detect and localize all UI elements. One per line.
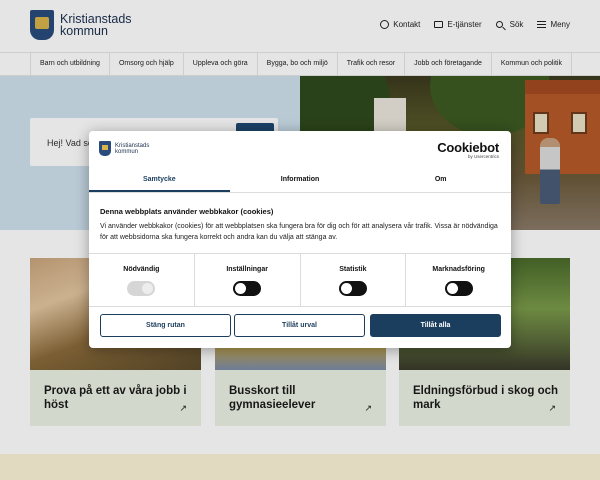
toggle-statistics: Statistik	[301, 254, 407, 306]
dialog-heading: Denna webbplats använder webbkakor (cook…	[100, 207, 274, 216]
coat-of-arms-icon	[99, 141, 111, 156]
dialog-tabs: Samtycke Information Om	[89, 169, 511, 193]
toggle-preferences: Inställningar	[195, 254, 301, 306]
toggle-necessary: Nödvändig	[89, 254, 195, 306]
dialog-body-text: Vi använder webbkakor (cookies) för att …	[100, 223, 498, 241]
cookiebot-brand[interactable]: Cookiebot by Usercentrics	[437, 140, 499, 159]
toggle-marketing: Marknadsföring	[406, 254, 511, 306]
marketing-switch[interactable]	[444, 281, 473, 296]
allow-all-button[interactable]: Tillåt alla	[370, 314, 501, 337]
consent-toggles: Nödvändig Inställningar Statistik Markna…	[89, 253, 511, 307]
close-dialog-button[interactable]: Stäng rutan	[100, 314, 231, 337]
necessary-switch	[127, 281, 156, 296]
preferences-switch[interactable]	[233, 281, 262, 296]
tab-information[interactable]: Information	[230, 169, 371, 192]
cookie-consent-dialog: Kristianstads kommun Cookiebot by Userce…	[89, 131, 511, 348]
dialog-logo: Kristianstads kommun	[99, 141, 149, 156]
allow-selection-button[interactable]: Tillåt urval	[234, 314, 365, 337]
tab-about[interactable]: Om	[370, 169, 511, 192]
statistics-switch[interactable]	[338, 281, 367, 296]
tab-consent[interactable]: Samtycke	[89, 169, 230, 192]
